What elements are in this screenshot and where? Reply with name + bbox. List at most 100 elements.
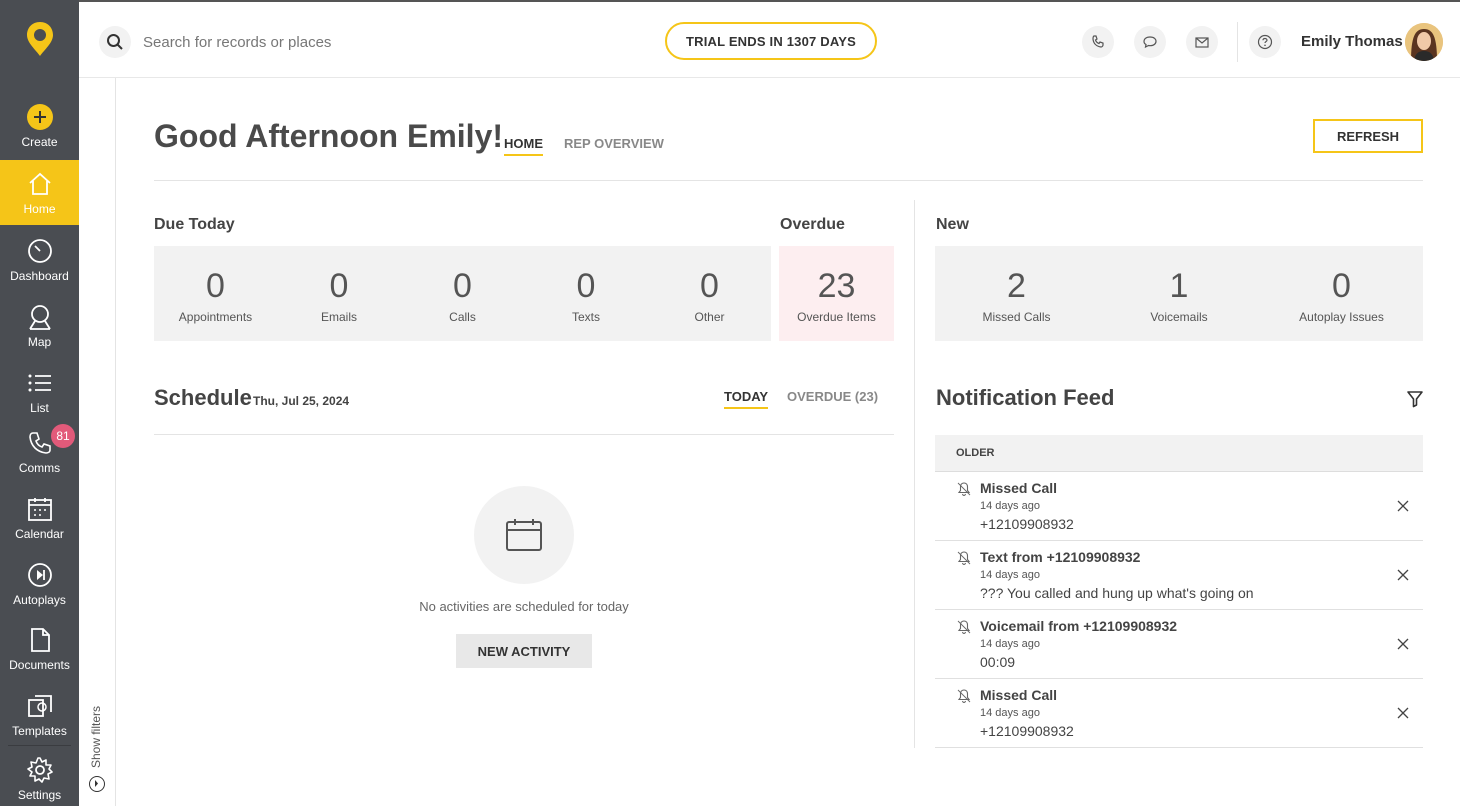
due-today-title: Due Today [154, 216, 235, 233]
notification-item[interactable]: Voicemail from +12109908932 14 days ago … [935, 610, 1423, 679]
close-icon[interactable] [1396, 706, 1410, 720]
overdue-title: Overdue [780, 216, 845, 233]
divider [8, 745, 71, 746]
stat-label: Texts [571, 310, 600, 324]
sidebar-item-comms[interactable]: Comms 81 [0, 420, 79, 484]
stat-value: 0 [576, 267, 596, 305]
notification-time: 14 days ago [980, 707, 1040, 719]
templates-icon [27, 695, 52, 717]
stat-value: 0 [453, 267, 472, 305]
stat-label: Missed Calls [982, 310, 1051, 324]
sidebar-item-label: Dashboard [10, 269, 69, 283]
avatar[interactable] [1405, 23, 1443, 61]
divider [1237, 22, 1238, 62]
sidebar-item-documents[interactable]: Documents [0, 617, 79, 681]
empty-state-circle [474, 486, 574, 584]
map-pin-icon [28, 305, 51, 330]
calendar-icon [27, 498, 52, 521]
user-name[interactable]: Emily Thomas [1301, 33, 1403, 50]
close-icon[interactable] [1396, 637, 1410, 651]
sidebar-item-list[interactable]: List [0, 360, 79, 424]
stat-appointments[interactable]: 0 Appointments [154, 246, 277, 341]
help-icon [1257, 34, 1273, 50]
envelope-icon [1195, 37, 1209, 48]
new-panel: 2 Missed Calls 1 Voicemails 0 Autoplay I… [935, 246, 1423, 341]
search-icon[interactable] [99, 26, 131, 58]
bell-off-icon [957, 689, 971, 704]
bell-off-icon [957, 551, 971, 566]
filter-icon[interactable] [1406, 390, 1424, 408]
sidebar-item-label: Templates [12, 724, 67, 738]
stat-label: Appointments [178, 310, 253, 324]
stat-value: 0 [1332, 267, 1351, 305]
bell-off-icon [957, 482, 971, 497]
overdue-panel: 23 Overdue Items [779, 246, 894, 341]
sidebar-item-map[interactable]: Map [0, 294, 79, 358]
tab-rep-overview[interactable]: REP OVERVIEW [564, 136, 664, 154]
notification-time: 14 days ago [980, 500, 1040, 512]
empty-state-text: No activities are scheduled for today [419, 599, 629, 614]
group-header-older: OLDER [935, 435, 1423, 472]
sidebar-item-create[interactable]: Create [0, 94, 79, 158]
stat-value: 2 [1007, 267, 1026, 305]
stat-label: Emails [320, 310, 357, 324]
sidebar-item-label: Autoplays [13, 593, 66, 607]
stat-voicemails[interactable]: 1 Voicemails [1098, 246, 1260, 341]
notification-title: Missed Call [980, 687, 1058, 703]
tab-today[interactable]: TODAY [724, 389, 769, 409]
stat-autoplay-issues[interactable]: 0 Autoplay Issues [1260, 246, 1423, 341]
close-icon[interactable] [1396, 568, 1410, 582]
document-icon [30, 628, 50, 652]
new-activity-button[interactable]: NEW ACTIVITY [456, 634, 592, 668]
play-circle-icon [27, 563, 52, 587]
stat-overdue-items[interactable]: 23 Overdue Items [779, 246, 894, 341]
column-divider [914, 200, 915, 748]
sidebar-item-settings[interactable]: Settings [0, 751, 79, 806]
stat-missed-calls[interactable]: 2 Missed Calls [935, 246, 1098, 341]
divider [154, 180, 1423, 181]
stat-value: 0 [700, 267, 719, 305]
close-icon[interactable] [1396, 499, 1410, 513]
chat-bubble-icon [1143, 36, 1157, 49]
gear-icon [26, 757, 53, 783]
notification-item[interactable]: Text from +12109908932 14 days ago ??? Y… [935, 541, 1423, 610]
sidebar-item-label: Settings [17, 788, 62, 802]
stat-value: 0 [206, 267, 225, 305]
refresh-button[interactable]: REFRESH [1313, 119, 1423, 153]
phone-button[interactable] [1082, 26, 1114, 58]
tab-home[interactable]: HOME [504, 136, 543, 156]
notification-item[interactable]: Missed Call 14 days ago +12109908932 [935, 679, 1423, 748]
gauge-icon [27, 239, 52, 263]
stat-texts[interactable]: 0 Texts [524, 246, 648, 341]
sidebar-item-label: Calendar [15, 527, 64, 541]
sidebar-item-dashboard[interactable]: Dashboard [0, 228, 79, 292]
sidebar-item-label: Home [23, 201, 56, 216]
stat-emails[interactable]: 0 Emails [277, 246, 401, 341]
show-filters-label: Show filters [89, 705, 103, 768]
stat-label: Other [694, 310, 725, 324]
help-button[interactable] [1249, 26, 1281, 58]
home-icon [28, 172, 51, 195]
email-button[interactable] [1186, 26, 1218, 58]
stat-other[interactable]: 0 Other [648, 246, 771, 341]
sidebar-item-autoplays[interactable]: Autoplays [0, 552, 79, 616]
stat-calls[interactable]: 0 Calls [401, 246, 524, 341]
sidebar-item-calendar[interactable]: Calendar [0, 486, 79, 550]
notification-time: 14 days ago [980, 569, 1040, 581]
show-filters-toggle[interactable]: Show filters [83, 598, 113, 778]
stat-label: Calls [449, 310, 476, 324]
messages-button[interactable] [1134, 26, 1166, 58]
tab-overdue[interactable]: OVERDUE (23) [787, 389, 878, 407]
stat-label: Autoplay Issues [1299, 310, 1384, 324]
sidebar-item-templates[interactable]: Templates [0, 683, 79, 747]
notification-body: 00:09 [980, 654, 1016, 670]
sidebar-item-label: Map [27, 335, 52, 349]
plus-circle-icon [26, 104, 53, 130]
search-input[interactable] [143, 30, 443, 54]
trial-banner[interactable]: TRIAL ENDS IN 1307 DAYS [665, 22, 877, 60]
sidebar-item-home[interactable]: Home [0, 160, 79, 225]
app-logo[interactable] [0, 0, 79, 78]
stat-value: 1 [1169, 267, 1189, 305]
notification-item[interactable]: Missed Call 14 days ago +12109908932 [935, 472, 1423, 541]
chevron-right-icon[interactable] [89, 776, 105, 792]
